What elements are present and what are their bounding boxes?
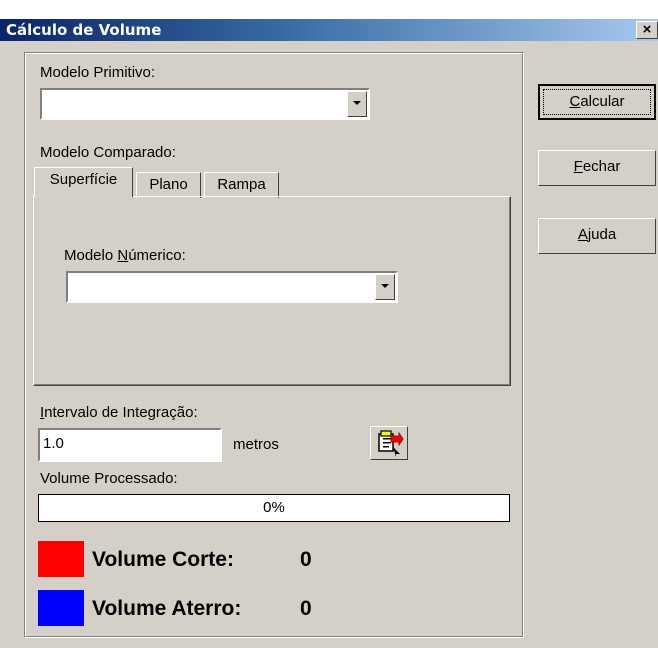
integration-interval-label: Intervalo de Integração: — [40, 404, 198, 421]
progress-text: 0% — [263, 499, 285, 516]
chevron-down-icon[interactable] — [347, 91, 367, 117]
primary-model-label: Modelo Primitivo: — [40, 64, 156, 81]
tab-plano-label: Plano — [149, 176, 188, 193]
cut-volume-value: 0 — [300, 548, 312, 571]
fill-volume-label: Volume Aterro: — [92, 597, 242, 620]
close-icon: × — [642, 21, 652, 38]
primary-model-select[interactable] — [40, 88, 370, 120]
tab-plano[interactable]: Plano — [136, 172, 201, 198]
focus-rectangle — [543, 89, 651, 115]
tab-superficie-label: Superfície — [49, 171, 118, 188]
tab-rampa-label: Rampa — [217, 176, 266, 193]
integration-interval-input[interactable]: 1.0 — [38, 428, 222, 462]
processed-volume-label: Volume Processado: — [40, 470, 178, 487]
cut-volume-color-swatch — [38, 541, 84, 577]
desktop-strip — [0, 0, 658, 19]
close-button[interactable]: × — [636, 21, 658, 39]
chevron-down-icon[interactable] — [375, 274, 395, 300]
clipboard-export-icon — [378, 430, 404, 457]
calculate-button[interactable]: Calcular — [538, 84, 656, 120]
tab-superficie[interactable]: Superfície — [34, 167, 133, 197]
window-title: Cálculo de Volume — [6, 21, 162, 39]
numeric-model-select[interactable] — [66, 271, 398, 303]
numeric-model-label: Modelo Númerico: — [64, 247, 186, 264]
close-dialog-button[interactable]: Fechar — [538, 150, 656, 186]
export-button[interactable] — [370, 426, 408, 460]
fill-volume-value: 0 — [300, 597, 312, 620]
tab-rampa[interactable]: Rampa — [204, 172, 279, 198]
compared-model-label: Modelo Comparado: — [40, 144, 176, 161]
fill-volume-color-swatch — [38, 590, 84, 626]
help-button[interactable]: Ajuda — [538, 218, 656, 254]
title-bar[interactable]: Cálculo de Volume × — [0, 19, 658, 41]
integration-unit-label: metros — [233, 436, 279, 453]
processing-progress-bar: 0% — [38, 494, 510, 522]
cut-volume-label: Volume Corte: — [92, 548, 234, 571]
